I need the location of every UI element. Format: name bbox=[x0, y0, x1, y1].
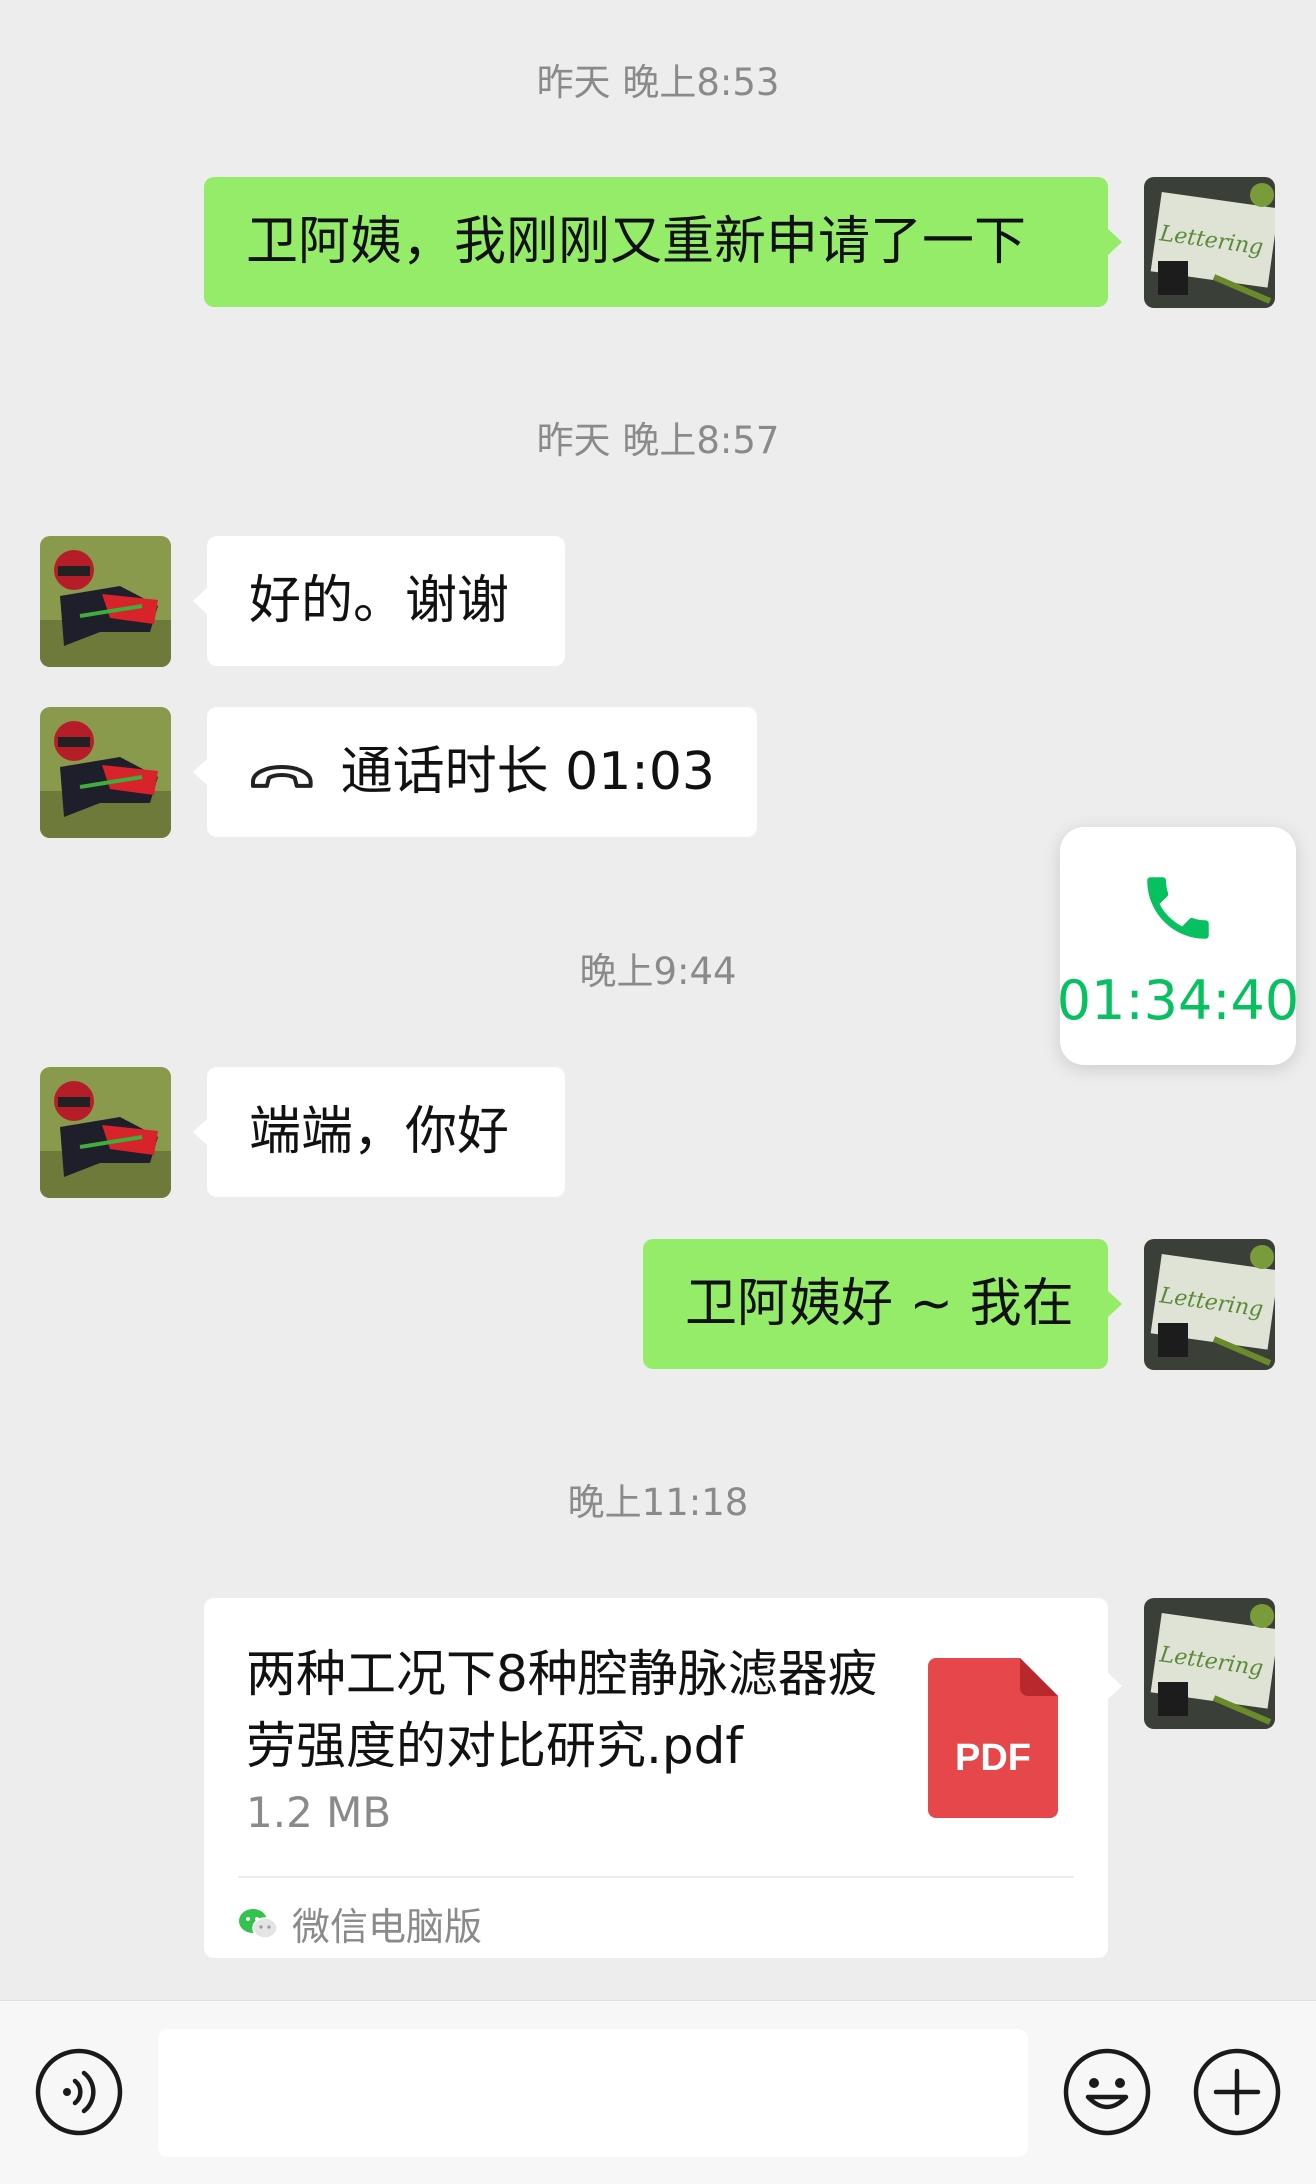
emoji-icon[interactable] bbox=[1062, 2047, 1152, 2137]
input-bar bbox=[0, 2000, 1316, 2184]
my-avatar[interactable]: Lettering bbox=[1144, 1239, 1275, 1370]
outgoing-message[interactable]: 卫阿姨，我刚刚又重新申请了一下 bbox=[204, 177, 1122, 307]
wechat-logo-icon bbox=[239, 1908, 278, 1939]
my-avatar[interactable]: Lettering bbox=[1144, 177, 1275, 308]
contact-avatar[interactable] bbox=[40, 1067, 171, 1198]
incoming-message[interactable]: 好的。谢谢 bbox=[193, 536, 565, 666]
call-timer: 01:34:40 bbox=[1056, 969, 1300, 1032]
pdf-label: PDF bbox=[955, 1737, 1031, 1779]
timestamp: 昨天 晚上8:57 bbox=[536, 419, 780, 462]
floating-call-window[interactable]: 01:34:40 bbox=[1057, 827, 1299, 1065]
plus-icon[interactable] bbox=[1192, 2047, 1282, 2137]
divider bbox=[238, 1876, 1074, 1878]
call-record-message[interactable]: 通话时长 01:03 bbox=[193, 707, 757, 837]
contact-avatar[interactable] bbox=[40, 707, 171, 838]
file-size: 1.2 MB bbox=[246, 1788, 392, 1837]
timestamp: 昨天 晚上8:53 bbox=[536, 61, 780, 104]
my-avatar[interactable]: Lettering bbox=[1144, 1598, 1275, 1729]
outgoing-message[interactable]: 卫阿姨好 ~ 我在 bbox=[643, 1239, 1122, 1369]
hangup-phone-icon bbox=[250, 765, 313, 788]
message-input[interactable] bbox=[158, 2029, 1028, 2157]
file-name: 两种工况下8种腔静脉滤器疲劳强度的对比研究.pdf bbox=[246, 1645, 878, 1775]
phone-icon bbox=[1147, 877, 1209, 939]
incoming-message[interactable]: 端端，你好 bbox=[193, 1067, 565, 1197]
file-source-label: 微信电脑版 bbox=[292, 1905, 483, 1949]
file-source: 微信电脑版 bbox=[238, 1896, 482, 1951]
timestamp: 晚上11:18 bbox=[567, 1481, 749, 1524]
call-duration-text: 通话时长 01:03 bbox=[340, 742, 715, 802]
pdf-file-icon: PDF bbox=[928, 1658, 1058, 1818]
contact-avatar[interactable] bbox=[40, 536, 171, 667]
voice-icon[interactable] bbox=[34, 2047, 124, 2137]
file-message-card[interactable]: 两种工况下8种腔静脉滤器疲劳强度的对比研究.pdf 1.2 MB PDF 微信电… bbox=[204, 1598, 1122, 1958]
